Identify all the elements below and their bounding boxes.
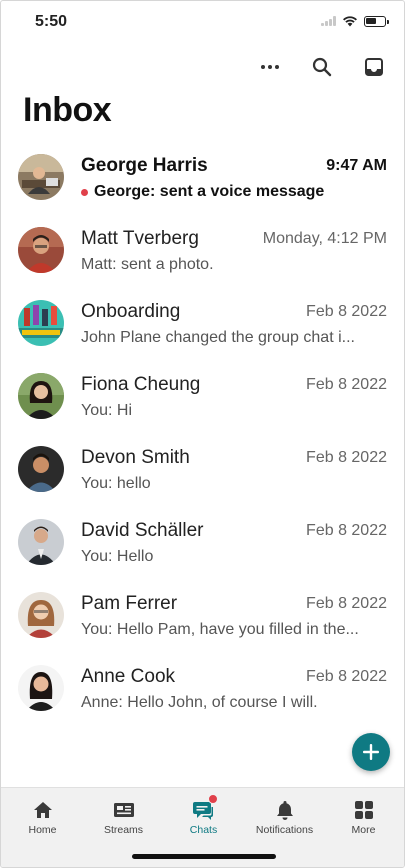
contact-name: Pam Ferrer bbox=[81, 593, 178, 614]
conversation-row[interactable]: George Harris 9:47 AM George: sent a voi… bbox=[1, 147, 404, 220]
tab-more[interactable]: More bbox=[323, 788, 404, 848]
conversation-row[interactable]: Onboarding Feb 8 2022 John Plane changed… bbox=[1, 293, 404, 366]
conversation-row[interactable]: David Schäller Feb 8 2022 You: Hello bbox=[1, 512, 404, 585]
contact-name: Onboarding bbox=[81, 301, 181, 322]
message-preview: John Plane changed the group chat i... bbox=[81, 329, 355, 346]
status-icons bbox=[321, 15, 389, 27]
status-time: 5:50 bbox=[35, 13, 68, 30]
message-preview: You: hello bbox=[81, 475, 151, 492]
inbox-tray-icon bbox=[365, 58, 383, 76]
avatar bbox=[18, 592, 64, 638]
page-title: Inbox bbox=[23, 91, 112, 129]
streams-icon bbox=[113, 803, 134, 817]
search-icon bbox=[312, 57, 332, 77]
message-preview: Anne: Hello John, of course I will. bbox=[81, 694, 318, 711]
plus-icon bbox=[363, 744, 379, 760]
bell-icon bbox=[276, 801, 293, 820]
message-preview: You: Hello Pam, have you filled in the..… bbox=[81, 621, 359, 638]
avatar bbox=[18, 373, 64, 419]
conversation-list: George Harris 9:47 AM George: sent a voi… bbox=[1, 147, 404, 731]
contact-name: David Schäller bbox=[81, 520, 204, 541]
grid-icon bbox=[354, 801, 373, 819]
search-button[interactable] bbox=[306, 51, 338, 83]
tab-label: More bbox=[351, 824, 376, 836]
message-preview: George: sent a voice message bbox=[94, 183, 325, 200]
new-chat-button[interactable] bbox=[352, 733, 390, 771]
avatar bbox=[18, 446, 64, 492]
app-screen: 5:50 Inbox George Harris 9:47 AM George:… bbox=[0, 0, 405, 868]
conversation-row[interactable]: Matt Tverberg Monday, 4:12 PM Matt: sent… bbox=[1, 220, 404, 293]
tab-label: Streams bbox=[103, 824, 144, 836]
message-preview: Matt: sent a photo. bbox=[81, 256, 214, 273]
conversation-row[interactable]: Fiona Cheung Feb 8 2022 You: Hi bbox=[1, 366, 404, 439]
conversation-row[interactable]: Anne Cook Feb 8 2022 Anne: Hello John, o… bbox=[1, 658, 404, 731]
cellular-signal-icon bbox=[321, 16, 336, 26]
tab-label: Notifications bbox=[255, 824, 314, 836]
avatar bbox=[18, 300, 64, 346]
contact-name: George Harris bbox=[81, 155, 208, 176]
conversation-row[interactable]: Pam Ferrer Feb 8 2022 You: Hello Pam, ha… bbox=[1, 585, 404, 658]
tab-notifications[interactable]: Notifications bbox=[244, 788, 325, 848]
tab-label: Chats bbox=[189, 824, 218, 836]
message-time: Feb 8 2022 bbox=[306, 595, 387, 612]
message-time: Monday, 4:12 PM bbox=[262, 230, 387, 247]
avatar bbox=[18, 519, 64, 565]
home-icon bbox=[33, 802, 52, 818]
message-time: Feb 8 2022 bbox=[306, 668, 387, 685]
tab-streams[interactable]: Streams bbox=[83, 788, 164, 848]
inbox-tray-button[interactable] bbox=[358, 51, 390, 83]
message-time: Feb 8 2022 bbox=[306, 522, 387, 539]
message-preview: You: Hi bbox=[81, 402, 132, 419]
contact-name: Anne Cook bbox=[81, 666, 176, 687]
more-options-button[interactable] bbox=[254, 51, 286, 83]
tab-chats[interactable]: Chats bbox=[163, 788, 244, 848]
contact-name: Fiona Cheung bbox=[81, 374, 201, 395]
battery-icon bbox=[364, 15, 389, 27]
ellipsis-icon bbox=[261, 65, 279, 69]
wifi-icon bbox=[343, 16, 357, 27]
message-preview: You: Hello bbox=[81, 548, 154, 565]
avatar bbox=[18, 665, 64, 711]
home-indicator[interactable] bbox=[132, 854, 276, 859]
message-time: 9:47 AM bbox=[326, 157, 387, 174]
avatar bbox=[18, 154, 64, 200]
message-time: Feb 8 2022 bbox=[306, 376, 387, 393]
top-actions bbox=[254, 51, 390, 83]
contact-name: Devon Smith bbox=[81, 447, 190, 468]
tab-label: Home bbox=[28, 824, 57, 836]
message-time: Feb 8 2022 bbox=[306, 303, 387, 320]
contact-name: Matt Tverberg bbox=[81, 228, 199, 249]
message-time: Feb 8 2022 bbox=[306, 449, 387, 466]
chats-badge bbox=[207, 794, 218, 804]
tab-home[interactable]: Home bbox=[2, 788, 83, 848]
status-bar: 5:50 bbox=[1, 1, 404, 45]
conversation-row[interactable]: Devon Smith Feb 8 2022 You: hello bbox=[1, 439, 404, 512]
avatar bbox=[18, 227, 64, 273]
